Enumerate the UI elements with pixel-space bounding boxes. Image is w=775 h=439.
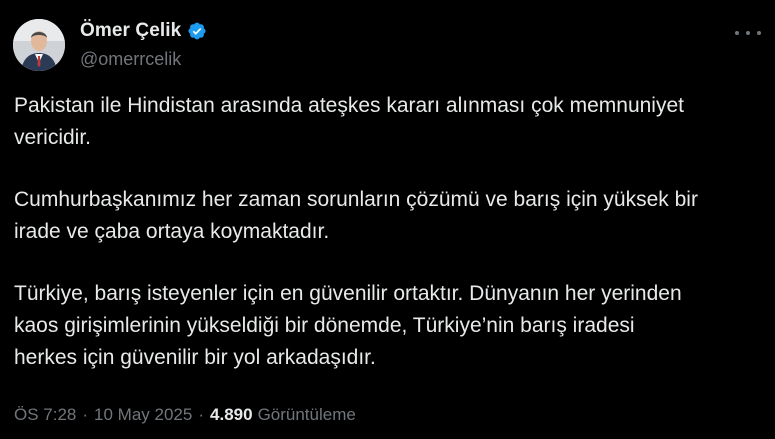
meta-separator: · xyxy=(82,405,89,424)
tweet-line: Türkiye, barış isteyenler için en güveni… xyxy=(14,282,682,305)
tweet-line: Pakistan ile Hindistan arasında ateşkes … xyxy=(14,94,684,117)
meta-separator: · xyxy=(198,405,205,424)
more-dot xyxy=(746,31,750,35)
tweet-time[interactable]: ÖS 7:28 xyxy=(14,405,76,425)
more-dot xyxy=(735,31,739,35)
tweet-line: irade ve çaba ortaya koymaktadır. xyxy=(14,220,330,243)
tweet-paragraph: Pakistan ile Hindistan arasında ateşkes … xyxy=(14,90,766,154)
tweet-line: herkes için güvenilir bir yol arkadaşıdı… xyxy=(14,346,376,369)
name-row: Ömer Çelik xyxy=(80,18,207,44)
tweet-date[interactable]: 10 May 2025 xyxy=(94,405,192,425)
tweet-line: Cumhurbaşkanımız her zaman sorunların çö… xyxy=(14,188,698,211)
views-label: Görüntüleme xyxy=(257,405,356,424)
tweet-line: vericidir. xyxy=(14,126,92,149)
views-count: 4.890 xyxy=(210,405,253,424)
tweet-line: kaos girişimlerinin yükseldiği bir dönem… xyxy=(14,314,635,337)
verified-badge-icon xyxy=(187,21,207,41)
tweet-meta: ÖS 7:28 · 10 May 2025 · 4.890 Görüntülem… xyxy=(14,402,356,428)
display-name[interactable]: Ömer Çelik xyxy=(80,20,181,42)
tweet-paragraph: Türkiye, barış isteyenler için en güveni… xyxy=(14,278,766,374)
more-dot xyxy=(757,31,761,35)
more-options-icon[interactable] xyxy=(735,24,761,42)
tweet: Ömer Çelik @omerrcelik Pakistan ile Hind… xyxy=(0,0,775,439)
avatar[interactable] xyxy=(13,19,65,71)
user-handle[interactable]: @omerrcelik xyxy=(80,49,181,70)
avatar-photo xyxy=(13,19,65,71)
tweet-text: Pakistan ile Hindistan arasında ateşkes … xyxy=(14,90,766,404)
tweet-paragraph: Cumhurbaşkanımız her zaman sorunların çö… xyxy=(14,184,766,248)
